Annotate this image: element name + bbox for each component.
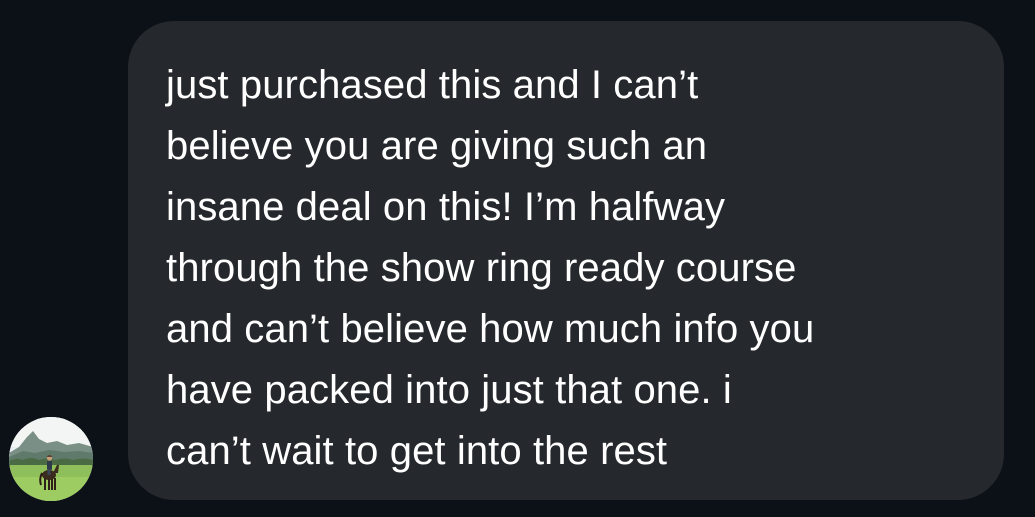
profile-photo-icon	[9, 417, 93, 501]
message-thread: just purchased this and I can’t believe …	[0, 0, 1035, 517]
message-text: just purchased this and I can’t believe …	[166, 63, 815, 473]
sender-avatar[interactable]	[9, 417, 93, 501]
message-bubble[interactable]: just purchased this and I can’t believe …	[128, 21, 1004, 500]
